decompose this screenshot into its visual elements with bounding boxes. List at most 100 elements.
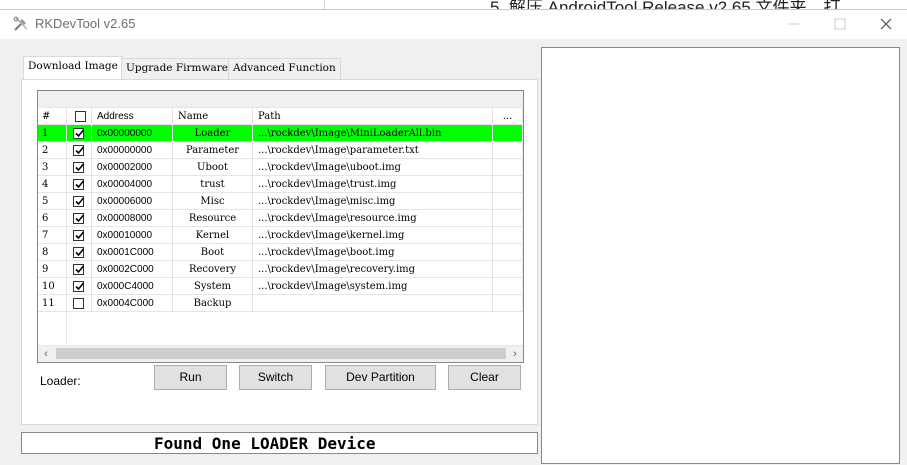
tab-upgrade-firmware[interactable]: Upgrade Firmware bbox=[121, 58, 233, 79]
row-checkbox-cell[interactable] bbox=[67, 159, 92, 176]
row-checkbox-cell[interactable] bbox=[67, 261, 92, 278]
table-row[interactable]: 4 0x00004000 trust ...\rockdev\Image\trust.… bbox=[38, 176, 523, 193]
row-checkbox[interactable] bbox=[73, 145, 85, 156]
row-address[interactable]: 0x00008000 bbox=[92, 210, 173, 227]
tab-advanced-function[interactable]: Advanced Function bbox=[228, 58, 341, 79]
row-checkbox[interactable] bbox=[73, 247, 85, 258]
row-browse[interactable] bbox=[493, 159, 523, 176]
col-header-more[interactable]: ... bbox=[493, 108, 523, 125]
row-path[interactable]: ...\rockdev\Image\misc.img bbox=[253, 193, 493, 210]
run-button[interactable]: Run bbox=[154, 365, 227, 390]
row-checkbox-cell[interactable] bbox=[67, 125, 92, 142]
row-browse[interactable] bbox=[493, 295, 523, 312]
row-browse[interactable] bbox=[493, 193, 523, 210]
row-path[interactable]: ...\rockdev\Image\uboot.img bbox=[253, 159, 493, 176]
table-row[interactable]: 1 0x00000000 Loader ...\rockdev\Image\MiniL… bbox=[38, 125, 523, 142]
col-header-check[interactable] bbox=[67, 108, 92, 125]
row-name[interactable]: Uboot bbox=[173, 159, 253, 176]
col-header-path[interactable]: Path bbox=[253, 108, 493, 125]
row-checkbox-cell[interactable] bbox=[67, 193, 92, 210]
row-checkbox[interactable] bbox=[73, 264, 85, 275]
dev-partition-button[interactable]: Dev Partition bbox=[325, 365, 436, 390]
row-path[interactable]: ...\rockdev\Image\kernel.img bbox=[253, 227, 493, 244]
row-checkbox[interactable] bbox=[73, 298, 84, 309]
table-row[interactable]: 2 0x00000000 Parameter ...\rockdev\Image\pa… bbox=[38, 142, 523, 159]
row-address[interactable]: 0x00000000 bbox=[92, 142, 173, 159]
clear-button[interactable]: Clear bbox=[448, 365, 521, 390]
row-address[interactable]: 0x0001C000 bbox=[92, 244, 173, 261]
row-browse[interactable] bbox=[493, 261, 523, 278]
maximize-button[interactable] bbox=[825, 13, 855, 35]
row-address[interactable]: 0x00010000 bbox=[92, 227, 173, 244]
row-path[interactable]: ...\rockdev\Image\system.img bbox=[253, 278, 493, 295]
row-path[interactable]: ...\rockdev\Image\resource.img bbox=[253, 210, 493, 227]
row-browse[interactable] bbox=[493, 227, 523, 244]
row-browse[interactable] bbox=[493, 125, 523, 142]
row-address[interactable]: 0x00004000 bbox=[92, 176, 173, 193]
row-checkbox[interactable] bbox=[73, 179, 85, 190]
row-name[interactable]: System bbox=[173, 278, 253, 295]
row-address[interactable]: 0x0002C000 bbox=[92, 261, 173, 278]
row-name[interactable]: Backup bbox=[173, 295, 253, 312]
table-row[interactable]: 3 0x00002000 Uboot ...\rockdev\Image\uboot.… bbox=[38, 159, 523, 176]
table-row[interactable]: 8 0x0001C000 Boot ...\rockdev\Image\boot.im… bbox=[38, 244, 523, 261]
row-path[interactable]: ...\rockdev\Image\trust.img bbox=[253, 176, 493, 193]
row-browse[interactable] bbox=[493, 278, 523, 295]
table-row[interactable]: 11 0x0004C000 Backup bbox=[38, 295, 523, 312]
row-address[interactable]: 0x0004C000 bbox=[92, 295, 173, 312]
row-name[interactable]: Loader bbox=[173, 125, 253, 142]
row-address[interactable]: 0x00006000 bbox=[92, 193, 173, 210]
col-header-name[interactable]: Name bbox=[173, 108, 253, 125]
table-row[interactable]: 9 0x0002C000 Recovery ...\rockdev\Image\rec… bbox=[38, 261, 523, 278]
log-output-panel[interactable] bbox=[541, 47, 900, 464]
row-checkbox[interactable] bbox=[73, 213, 85, 224]
horizontal-scrollbar[interactable]: ‹ › bbox=[38, 345, 523, 362]
row-checkbox-cell[interactable] bbox=[67, 295, 92, 312]
row-path[interactable]: ...\rockdev\Image\recovery.img bbox=[253, 261, 493, 278]
row-address[interactable]: 0x00002000 bbox=[92, 159, 173, 176]
row-checkbox-cell[interactable] bbox=[67, 142, 92, 159]
close-button[interactable] bbox=[871, 13, 901, 35]
row-browse[interactable] bbox=[493, 244, 523, 261]
row-browse[interactable] bbox=[493, 176, 523, 193]
row-checkbox[interactable] bbox=[73, 128, 85, 139]
col-header-number[interactable]: # bbox=[38, 108, 67, 125]
row-name[interactable]: Kernel bbox=[173, 227, 253, 244]
title-bar[interactable]: RKDevTool v2.65 bbox=[0, 10, 907, 39]
row-checkbox-cell[interactable] bbox=[67, 227, 92, 244]
row-browse[interactable] bbox=[493, 210, 523, 227]
minimize-button[interactable] bbox=[779, 13, 809, 35]
row-name[interactable]: Misc bbox=[173, 193, 253, 210]
table-row[interactable]: 5 0x00006000 Misc ...\rockdev\Image\misc.im… bbox=[38, 193, 523, 210]
scroll-thumb[interactable] bbox=[56, 348, 506, 359]
row-name[interactable]: Recovery bbox=[173, 261, 253, 278]
row-name[interactable]: Boot bbox=[173, 244, 253, 261]
table-row[interactable]: 10 0x000C4000 System ...\rockdev\Image\syst… bbox=[38, 278, 523, 295]
row-name[interactable]: Resource bbox=[173, 210, 253, 227]
row-name[interactable]: Parameter bbox=[173, 142, 253, 159]
row-address[interactable]: 0x00000000 bbox=[92, 125, 173, 142]
row-browse[interactable] bbox=[493, 142, 523, 159]
row-address[interactable]: 0x000C4000 bbox=[92, 278, 173, 295]
row-checkbox-cell[interactable] bbox=[67, 176, 92, 193]
image-list[interactable]: # Address Name Path ... 1 0x00000000 Loade… bbox=[37, 90, 524, 363]
scroll-right-icon[interactable]: › bbox=[507, 346, 523, 362]
col-header-address[interactable]: Address bbox=[92, 108, 173, 125]
scroll-left-icon[interactable]: ‹ bbox=[38, 346, 54, 362]
row-name[interactable]: trust bbox=[173, 176, 253, 193]
row-path[interactable]: ...\rockdev\Image\MiniLoaderAll.bin bbox=[253, 125, 493, 142]
switch-button[interactable]: Switch bbox=[239, 365, 312, 390]
table-row[interactable]: 6 0x00008000 Resource ...\rockdev\Image\res… bbox=[38, 210, 523, 227]
table-row[interactable]: 7 0x00010000 Kernel ...\rockdev\Image\kerne… bbox=[38, 227, 523, 244]
row-checkbox-cell[interactable] bbox=[67, 278, 92, 295]
tab-download-image[interactable]: Download Image bbox=[23, 56, 123, 80]
row-checkbox[interactable] bbox=[73, 162, 85, 173]
row-path[interactable]: ...\rockdev\Image\boot.img bbox=[253, 244, 493, 261]
row-checkbox[interactable] bbox=[73, 196, 85, 207]
row-checkbox[interactable] bbox=[73, 230, 85, 241]
row-checkbox-cell[interactable] bbox=[67, 210, 92, 227]
row-path[interactable] bbox=[253, 295, 493, 312]
row-checkbox-cell[interactable] bbox=[67, 244, 92, 261]
row-path[interactable]: ...\rockdev\Image\parameter.txt bbox=[253, 142, 493, 159]
row-checkbox[interactable] bbox=[73, 281, 85, 292]
